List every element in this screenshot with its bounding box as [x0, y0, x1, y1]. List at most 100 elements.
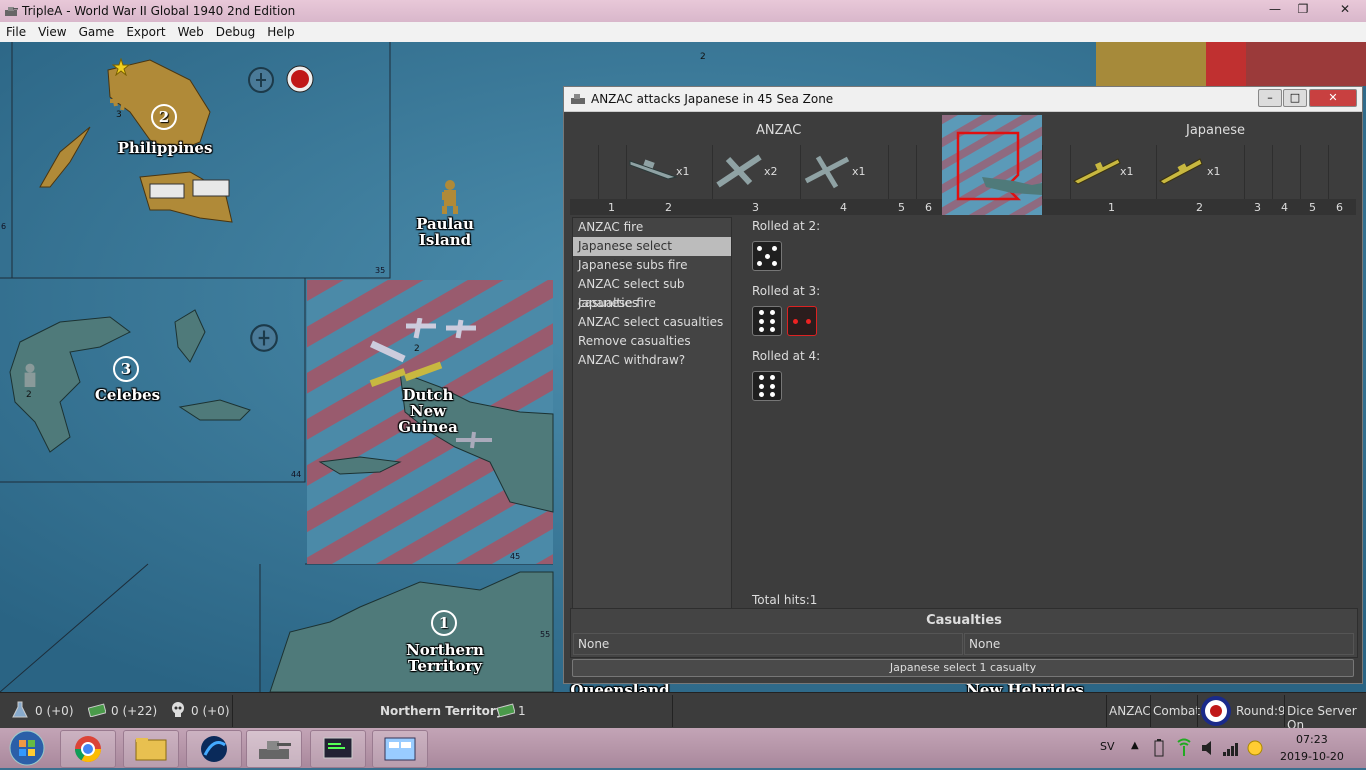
select-casualty-button[interactable]: Japanese select 1 casualty: [572, 659, 1354, 677]
destroyer-icon: [1159, 158, 1203, 185]
philippines-value: 2: [151, 104, 177, 130]
battle-dialog-titlebar[interactable]: ANZAC attacks Japanese in 45 Sea Zone – …: [564, 87, 1362, 112]
roll-label: Rolled at 3:: [752, 284, 821, 298]
show-hidden-icons[interactable]: ▲: [1131, 740, 1139, 751]
clock-date[interactable]: 2019-10-20: [1280, 750, 1344, 763]
tactical-bomber-icon: [804, 155, 850, 189]
step-item[interactable]: ANZAC withdraw?: [573, 351, 731, 370]
triplea-icon: [259, 741, 291, 759]
capital-star-icon: [112, 58, 130, 76]
die-pip: [806, 318, 811, 324]
label-celebes: Celebes: [94, 386, 161, 404]
volume-icon[interactable]: [1200, 738, 1216, 758]
attacker-slot: [598, 145, 627, 199]
battle-stack-icon[interactable]: [366, 318, 482, 402]
die-pip: [770, 318, 775, 324]
attacker-unit-count: x1: [852, 165, 866, 178]
step-item[interactable]: ANZAC select casualties: [573, 313, 731, 332]
casualties-header: Casualties: [926, 613, 1002, 628]
defender-slot: [1328, 145, 1357, 199]
dialog-close-button[interactable]: ✕: [1309, 89, 1357, 107]
step-item[interactable]: Remove casualties: [573, 332, 731, 351]
die-pip: [772, 261, 777, 266]
battle-dialog-title: ANZAC attacks Japanese in 45 Sea Zone: [591, 92, 834, 106]
minimize-button[interactable]: —: [1262, 1, 1288, 18]
die-pip: [770, 375, 775, 380]
die-face-hit: [787, 306, 817, 336]
menu-web[interactable]: Web: [172, 22, 210, 39]
current-phase: Combat: [1153, 704, 1201, 718]
pus-value: 0 (+22): [111, 704, 158, 718]
window-titlebar[interactable]: TripleA - World War II Global 1940 2nd E…: [0, 0, 1366, 22]
step-item[interactable]: ANZAC fire: [573, 218, 731, 237]
dialog-maximize-button[interactable]: □: [1283, 89, 1307, 107]
fighter-unit-icon[interactable]: [454, 430, 494, 450]
unit-count: 2: [700, 52, 706, 62]
zone-35: 35: [375, 266, 386, 275]
die-pip: [772, 246, 777, 251]
battery-icon[interactable]: [1153, 738, 1165, 758]
die-pip: [759, 375, 764, 380]
start-orb-icon[interactable]: [6, 729, 48, 767]
attacker-slot: [888, 145, 917, 199]
hovered-territory: Northern Territory: [380, 704, 504, 718]
die-pip: [759, 383, 764, 389]
language-indicator[interactable]: SV: [1100, 740, 1115, 753]
pus-money-icon: [88, 703, 106, 717]
die-pip: [793, 318, 798, 324]
menu-game[interactable]: Game: [73, 22, 121, 39]
weather-icon[interactable]: [1246, 738, 1264, 758]
divider: [1106, 695, 1107, 727]
die-pip: [770, 392, 775, 397]
taskbar-media[interactable]: [186, 730, 242, 768]
taskbar-chrome[interactable]: [60, 730, 116, 768]
close-button[interactable]: ✕: [1330, 1, 1360, 18]
die-pip: [759, 392, 764, 397]
menu-debug[interactable]: Debug: [210, 22, 261, 39]
unit-count: 2: [414, 344, 420, 354]
pus-money-icon: [497, 703, 515, 717]
fighter-unit-icon[interactable]: [108, 90, 144, 112]
restore-button[interactable]: ❐: [1290, 1, 1316, 18]
control-panel-icon: [384, 737, 416, 761]
media-icon: [201, 736, 227, 762]
window-title: TripleA - World War II Global 1940 2nd E…: [22, 4, 296, 18]
dialog-minimize-button[interactable]: –: [1258, 89, 1282, 107]
taskbar-terminal[interactable]: [310, 730, 366, 768]
taskbar-control-panel[interactable]: [372, 730, 428, 768]
attacker-unit-count: x2: [764, 165, 778, 178]
defender-column: 4: [1281, 201, 1288, 214]
transport-unit-icon[interactable]: [145, 174, 235, 210]
attacker-column: 5: [898, 201, 905, 214]
total-hits: Total hits:1: [752, 593, 818, 607]
menu-export[interactable]: Export: [120, 22, 171, 39]
submarine-icon: [1073, 158, 1121, 185]
attacker-unit-count: x1: [676, 165, 690, 178]
die-pip: [757, 261, 762, 266]
die-pip: [764, 253, 770, 259]
die-pip: [770, 310, 775, 315]
taskbar-explorer[interactable]: [123, 730, 179, 768]
battle-dialog[interactable]: ANZAC attacks Japanese in 45 Sea Zone – …: [563, 86, 1363, 684]
step-item-selected[interactable]: Japanese select casualties: [573, 237, 731, 272]
signal-icon[interactable]: [1222, 738, 1240, 758]
step-item[interactable]: ANZAC select sub casualties: [573, 275, 731, 310]
battle-steps-list[interactable]: ANZAC fire Japanese select casualties Ja…: [572, 217, 732, 609]
taskbar-triplea[interactable]: [246, 730, 302, 768]
menu-help[interactable]: Help: [261, 22, 300, 39]
territory-pus: 1: [518, 704, 526, 718]
defender-column: 2: [1196, 201, 1203, 214]
clock-time[interactable]: 07:23: [1296, 733, 1328, 746]
menu-file[interactable]: File: [0, 22, 32, 39]
naval-base-icon: [250, 324, 278, 352]
status-bar: 0 (+0) 0 (+22) 0 (+0) Northern Territory…: [0, 692, 1366, 732]
tech-tokens-value: 0 (+0): [191, 704, 230, 718]
defender-column: 6: [1336, 201, 1343, 214]
current-player: ANZAC: [1109, 704, 1151, 718]
menu-view[interactable]: View: [32, 22, 72, 39]
network-icon[interactable]: [1175, 738, 1193, 758]
infantry-unit-icon[interactable]: [430, 177, 470, 215]
die-pip: [759, 310, 764, 315]
step-item[interactable]: Japanese subs fire: [573, 256, 731, 275]
step-item[interactable]: Japanese fire: [573, 294, 731, 313]
